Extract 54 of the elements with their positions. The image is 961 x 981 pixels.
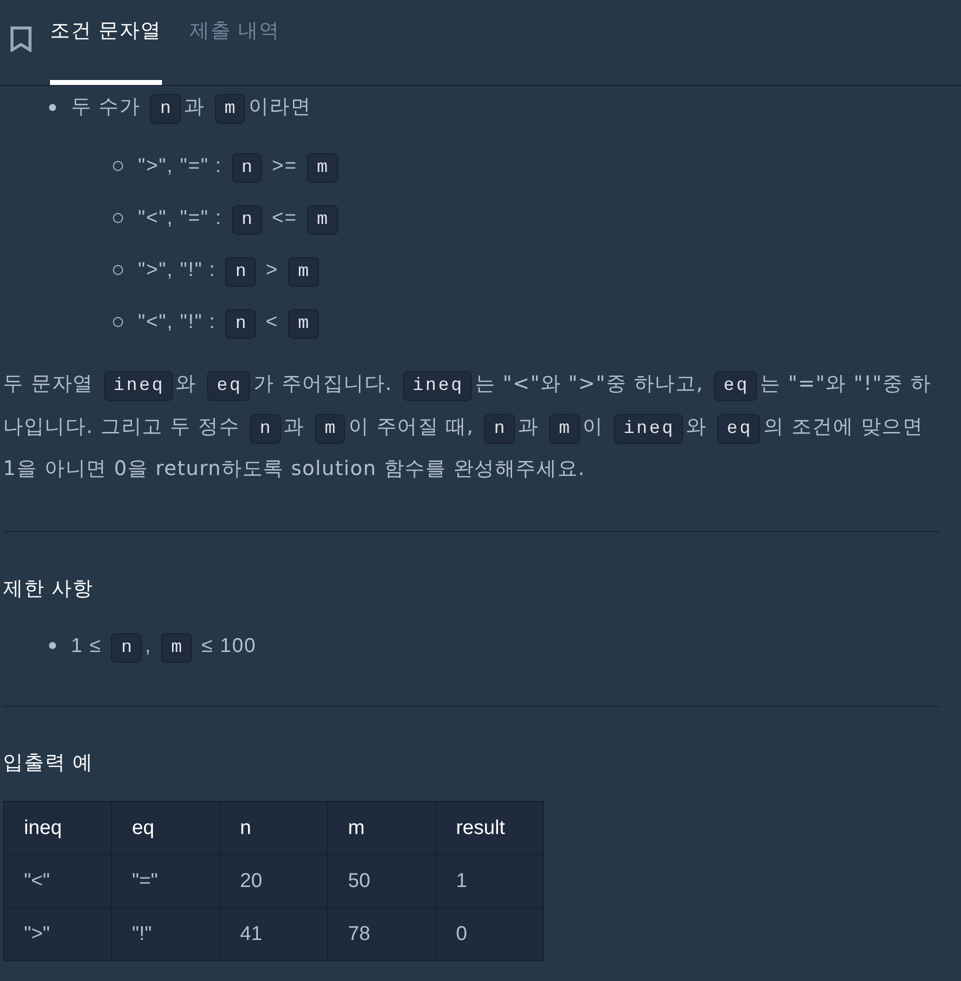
- section-heading: 제한 사항: [3, 576, 95, 602]
- inline-code: ineq: [614, 414, 683, 444]
- table-cell: 78: [328, 907, 436, 960]
- inline-code: ineq: [104, 371, 173, 401]
- bullet-icon: [49, 104, 56, 110]
- list-item-text: ">", "!" : n > m: [138, 249, 322, 291]
- inline-code: n: [225, 257, 256, 287]
- inline-code: n: [232, 153, 262, 183]
- tab[interactable]: 조건 문자열: [50, 0, 162, 85]
- inline-code: m: [314, 414, 346, 444]
- inline-code: m: [306, 153, 338, 183]
- table-header-cell: m: [328, 801, 436, 854]
- table-cell: 20: [220, 854, 328, 907]
- bullet-icon: [49, 642, 56, 649]
- table-header-cell: n: [220, 801, 328, 854]
- list-item-text: 두 수가 n 과 m 이라면: [71, 86, 312, 128]
- inline-code: eq: [714, 371, 758, 401]
- table-cell: 41: [220, 907, 328, 960]
- table-header-cell: eq: [112, 801, 220, 854]
- inline-code: m: [214, 94, 246, 124]
- inline-code: m: [161, 632, 192, 662]
- bullet-icon: [113, 161, 123, 171]
- table-header-cell: result: [436, 801, 544, 854]
- list-item-text: 1 ≤ n , m ≤ 100: [71, 624, 256, 666]
- inline-code: n: [484, 414, 515, 444]
- table-cell: "=": [112, 854, 220, 907]
- bullet-icon: [113, 213, 123, 223]
- list-item-text: ">", "=" : n >= m: [138, 145, 341, 187]
- inline-code: n: [250, 414, 281, 444]
- inline-code: m: [306, 205, 338, 235]
- bullet-icon: [113, 317, 123, 327]
- bullet-icon: [113, 265, 123, 275]
- inline-code: n: [225, 309, 256, 339]
- inline-code: m: [288, 309, 319, 339]
- bookmark-icon[interactable]: [10, 26, 32, 52]
- table-cell: "!": [112, 907, 220, 960]
- table-cell: ">": [4, 907, 112, 960]
- list-item-text: "<", "=" : n <= m: [138, 197, 341, 239]
- table-cell: 50: [328, 854, 436, 907]
- section-heading: 입출력 예: [3, 750, 95, 776]
- inline-code: eq: [206, 371, 250, 401]
- table-cell: 1: [436, 854, 544, 907]
- inline-code: n: [232, 205, 262, 235]
- table-cell: 0: [436, 907, 544, 960]
- inline-code: eq: [716, 414, 760, 444]
- inline-code: ineq: [402, 371, 472, 401]
- inline-code: m: [288, 257, 319, 287]
- list-item-text: "<", "!" : n < m: [138, 301, 322, 343]
- inline-code: n: [111, 632, 142, 662]
- inline-code: n: [150, 94, 181, 124]
- inline-code: m: [548, 414, 580, 444]
- description-text: 두 문자열 ineq 와 eq 가 주어집니다. ineq 는 "<"와 ">"중 하나고, eq 는 "="와 "!"중 하나입니다. 그리고 두 정수 n 과 m 이 주어질 때, n 과 m 이 ineq 와 eq 의 조건에 맞으면 1을 아니면 0을 return하도록 solution 함수를 완성해주세요.: [3, 370, 932, 482]
- table-cell: "<": [4, 854, 112, 907]
- table-header-cell: ineq: [4, 801, 112, 854]
